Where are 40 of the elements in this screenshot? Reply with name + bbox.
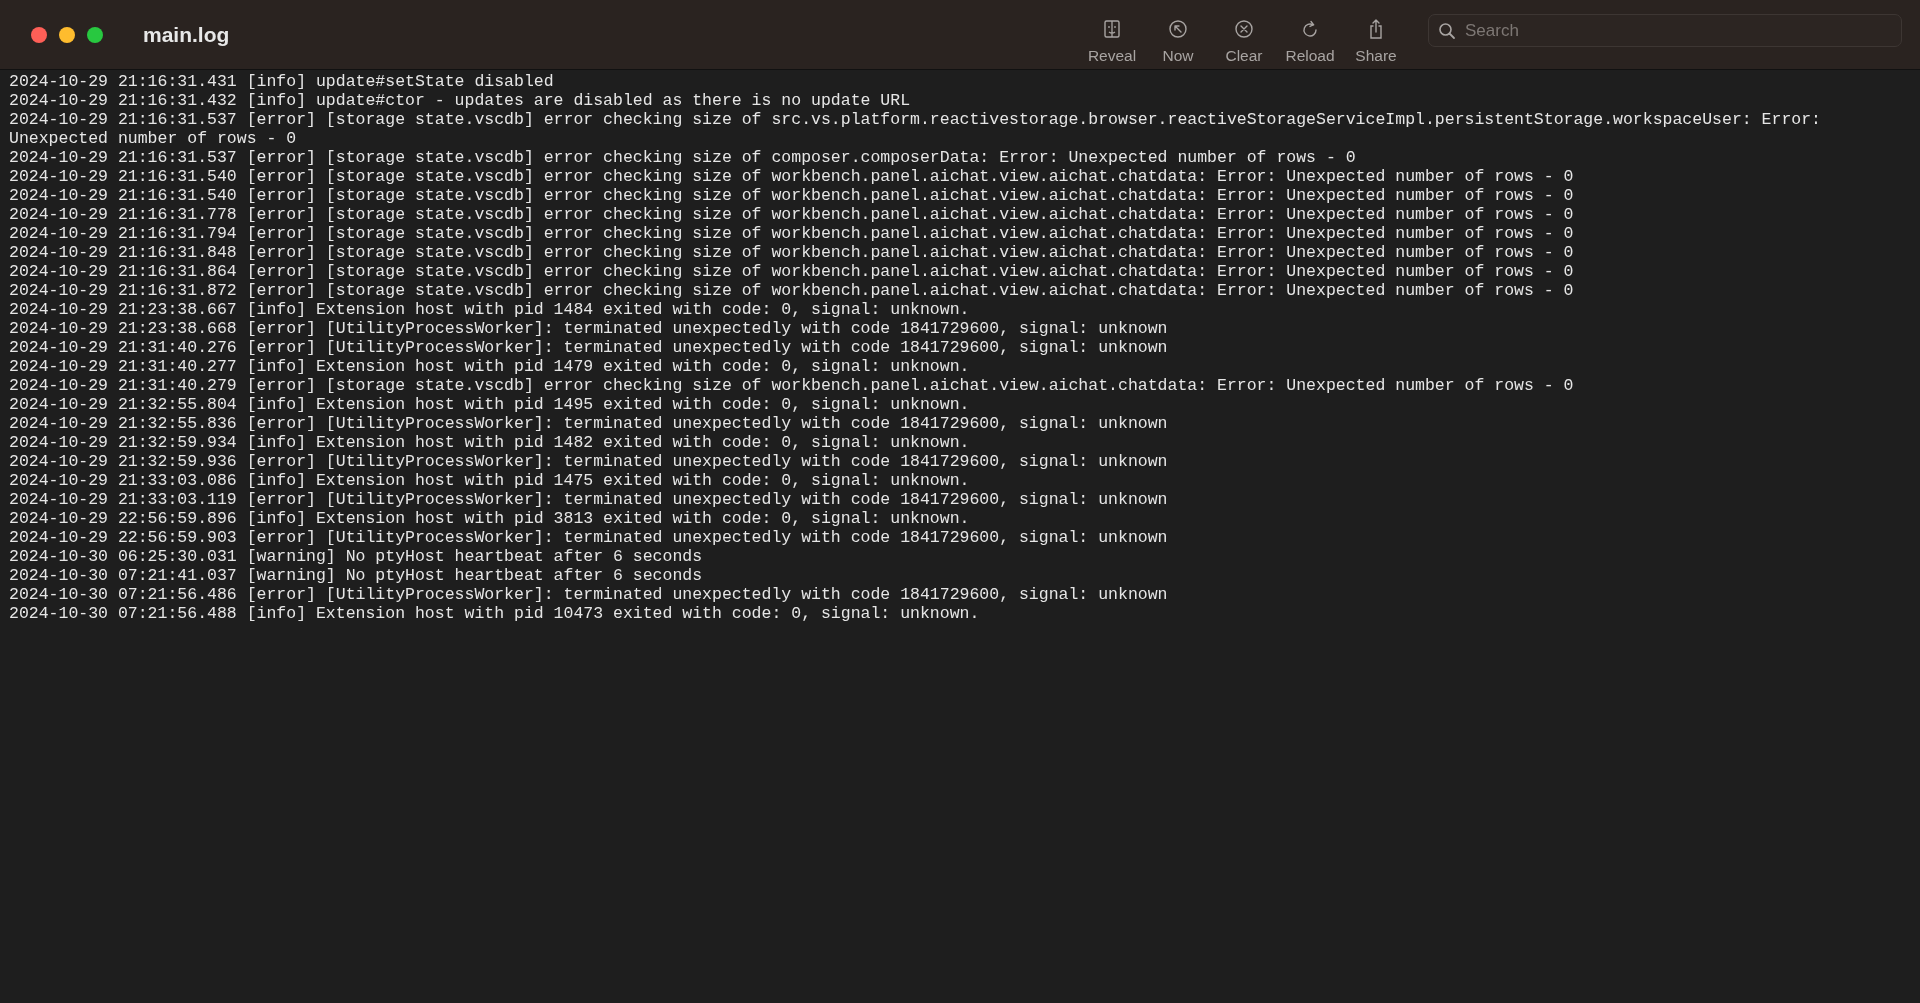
toolbar-button[interactable]: Reveal <box>1082 8 1142 69</box>
log-line: 2024-10-29 21:16:31.431 [info] update#setState disabled <box>9 72 555 91</box>
log-line: 2024-10-29 21:16:31.864 [error] [storage state.vscdb] error checking size of workbench.panel.aichat.view.aichat.chatdata: Error: Unexpected number of rows - 0 <box>9 262 1575 281</box>
log-line: 2024-10-29 21:16:31.848 [error] [storage state.vscdb] error checking size of workbench.panel.aichat.view.aichat.chatdata: Error: Unexpected number of rows - 0 <box>9 243 1575 262</box>
close-button[interactable] <box>31 26 47 43</box>
log-line: 2024-10-30 07:21:56.486 [error] [UtilityProcessWorker]: terminated unexpectedly with code 1841729600, signal: unknown <box>9 585 1169 604</box>
log-line: 2024-10-29 21:16:31.537 [error] [storage state.vscdb] error checking size of composer.composerData: Error: Unexpected number of rows - 0 <box>9 148 1357 167</box>
zoom-button[interactable] <box>87 26 103 43</box>
toolbar-button[interactable]: Share <box>1346 8 1406 69</box>
window-title: main.log <box>143 22 230 47</box>
log-line: 2024-10-29 21:33:03.086 [info] Extension host with pid 1475 exited with code: 0, signal: unknown. <box>9 471 971 490</box>
log-line: 2024-10-29 21:16:31.537 [error] [storage state.vscdb] error checking size of src.vs.platform.reactivestorage.browser.reactiveStorageServiceImpl.persistentStorage.workspaceUser: Error: Unexpected number of rows - 0 <box>9 110 1822 148</box>
log-line: 2024-10-30 06:25:30.031 [warning] No ptyHost heartbeat after 6 seconds <box>9 547 704 566</box>
log-line: 2024-10-29 22:56:59.896 [info] Extension host with pid 3813 exited with code: 0, signal: unknown. <box>9 509 971 528</box>
log-line: 2024-10-30 07:21:56.488 [info] Extension host with pid 10473 exited with code: 0, signal: unknown. <box>9 604 981 623</box>
arrow-up-left-icon <box>1167 18 1189 40</box>
log-line: 2024-10-29 21:32:59.934 [info] Extension host with pid 1482 exited with code: 0, signal: unknown. <box>9 433 971 452</box>
log-line: 2024-10-29 21:31:40.279 [error] [storage state.vscdb] error checking size of workbench.panel.aichat.view.aichat.chatdata: Error: Unexpected number of rows - 0 <box>9 376 1575 395</box>
log-line: 2024-10-29 21:16:31.778 [error] [storage state.vscdb] error checking size of workbench.panel.aichat.view.aichat.chatdata: Error: Unexpected number of rows - 0 <box>9 205 1575 224</box>
log-line: 2024-10-29 21:32:55.836 [error] [UtilityProcessWorker]: terminated unexpectedly with code 1841729600, signal: unknown <box>9 414 1169 433</box>
log-line: 2024-10-29 21:16:31.872 [error] [storage state.vscdb] error checking size of workbench.panel.aichat.view.aichat.chatdata: Error: Unexpected number of rows - 0 <box>9 281 1575 300</box>
log-line: 2024-10-29 21:16:31.794 [error] [storage state.vscdb] error checking size of workbench.panel.aichat.view.aichat.chatdata: Error: Unexpected number of rows - 0 <box>9 224 1575 243</box>
clear-icon <box>1233 18 1255 40</box>
toolbar-button[interactable]: Reload <box>1280 8 1340 69</box>
log-line: 2024-10-29 21:31:40.276 [error] [UtilityProcessWorker]: terminated unexpectedly with code 1841729600, signal: unknown <box>9 338 1169 357</box>
log-line: 2024-10-30 07:21:41.037 [warning] No ptyHost heartbeat after 6 seconds <box>9 566 704 585</box>
log-line: 2024-10-29 21:16:31.432 [info] update#ctor - updates are disabled as there is no update URL <box>9 91 912 110</box>
log-line: 2024-10-29 21:32:55.804 [info] Extension host with pid 1495 exited with code: 0, signal: unknown. <box>9 395 971 414</box>
log-line: 2024-10-29 21:16:31.540 [error] [storage state.vscdb] error checking size of workbench.panel.aichat.view.aichat.chatdata: Error: Unexpected number of rows - 0 <box>9 167 1575 186</box>
log-line: 2024-10-29 21:23:38.667 [info] Extension host with pid 1484 exited with code: 0, signal: unknown. <box>9 300 971 319</box>
log-line: 2024-10-29 21:33:03.119 [error] [UtilityProcessWorker]: terminated unexpectedly with code 1841729600, signal: unknown <box>9 490 1169 509</box>
toolbar-button[interactable]: Now <box>1148 8 1208 69</box>
log-line: 2024-10-29 21:32:59.936 [error] [UtilityProcessWorker]: terminated unexpectedly with code 1841729600, signal: unknown <box>9 452 1169 471</box>
log-line: 2024-10-29 21:31:40.277 [info] Extension host with pid 1479 exited with code: 0, signal: unknown. <box>9 357 971 376</box>
log-line: 2024-10-29 22:56:59.903 [error] [UtilityProcessWorker]: terminated unexpectedly with code 1841729600, signal: unknown <box>9 528 1169 547</box>
search-field[interactable]: Search <box>1428 14 1902 47</box>
log-line: 2024-10-29 21:23:38.668 [error] [UtilityProcessWorker]: terminated unexpectedly with code 1841729600, signal: unknown <box>9 319 1169 338</box>
log-line: 2024-10-29 21:16:31.540 [error] [storage state.vscdb] error checking size of workbench.panel.aichat.view.aichat.chatdata: Error: Unexpected number of rows - 0 <box>9 186 1575 205</box>
minimize-button[interactable] <box>59 26 75 43</box>
toolbar-button[interactable]: Clear <box>1214 8 1274 69</box>
